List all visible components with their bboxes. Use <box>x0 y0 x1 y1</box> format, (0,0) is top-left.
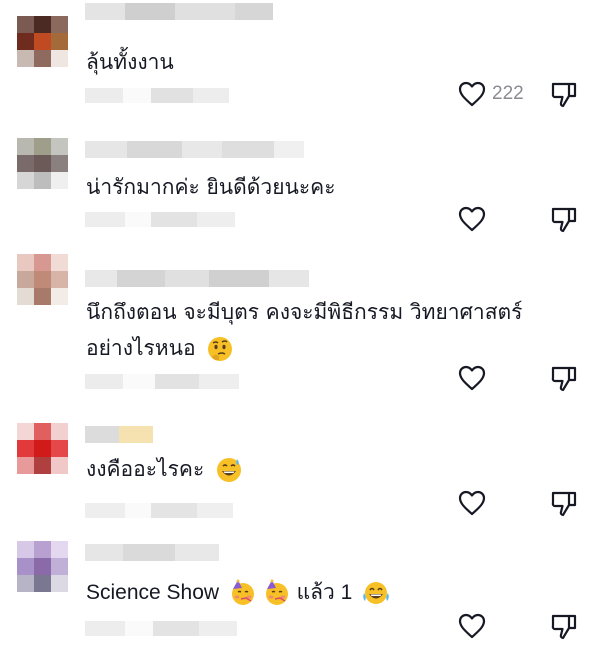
username-blurred[interactable] <box>85 141 304 158</box>
thumbs-down-outline-icon[interactable] <box>550 205 578 233</box>
comment-item: น่ารักมากค่ะ ยินดีด้วยนะคะ <box>0 138 600 258</box>
comment-item: งงคืออะไรคะ <box>0 423 600 533</box>
like-button[interactable] <box>458 365 486 391</box>
heart-outline-icon <box>458 613 486 639</box>
comment-item: นึกถึงตอน จะมีบุตร คงจะมีพิธีกรรม วิทยาศ… <box>0 254 600 404</box>
thinking-face-emoji <box>208 337 233 361</box>
comment-text-body: งงคืออะไรคะ <box>86 457 205 481</box>
comment-item: ลุ้นทั้งงาน 222 <box>0 0 600 120</box>
thumbs-down-outline-icon[interactable] <box>550 364 578 392</box>
comment-text-line-2: อย่างไรหนอ <box>86 331 234 365</box>
heart-outline-icon <box>458 81 486 107</box>
like-button[interactable]: 222 <box>458 81 524 107</box>
partying-face-emoji <box>265 579 288 606</box>
comment-text-before: Science Show <box>86 581 220 604</box>
comment-meta-blurred <box>85 621 237 636</box>
comment-text: Science Show แล้ว 1 <box>86 576 390 610</box>
thumbs-down-outline-icon[interactable] <box>550 489 578 517</box>
thumbs-down-outline-icon[interactable] <box>550 612 578 640</box>
username-blurred[interactable] <box>85 3 273 20</box>
comment-meta-blurred <box>85 88 229 103</box>
avatar[interactable] <box>17 138 68 189</box>
username-blurred[interactable] <box>85 426 153 443</box>
avatar[interactable] <box>17 423 68 474</box>
tears-of-joy-emoji <box>363 582 389 605</box>
comment-text: ลุ้นทั้งงาน <box>86 50 174 74</box>
comment-text-line-1: นึกถึงตอน จะมีบุตร คงจะมีพิธีกรรม วิทยาศ… <box>86 300 523 324</box>
comment-text: งงคืออะไรคะ <box>86 452 243 486</box>
comment-text: น่ารักมากค่ะ ยินดีด้วยนะคะ <box>86 175 336 199</box>
heart-outline-icon <box>458 365 486 391</box>
like-button[interactable] <box>458 206 486 232</box>
comment-meta-blurred <box>85 503 233 518</box>
username-blurred[interactable] <box>85 544 219 561</box>
comment-meta-blurred <box>85 212 235 227</box>
avatar[interactable] <box>17 16 68 67</box>
thumbs-down-outline-icon[interactable] <box>550 80 578 108</box>
username-blurred[interactable] <box>85 270 309 287</box>
like-button[interactable] <box>458 490 486 516</box>
heart-outline-icon <box>458 490 486 516</box>
heart-outline-icon <box>458 206 486 232</box>
like-button[interactable] <box>458 613 486 639</box>
avatar[interactable] <box>17 254 68 305</box>
comment-text-line-2-text: อย่างไรหนอ <box>86 336 196 360</box>
avatar[interactable] <box>17 541 68 592</box>
comment-text-after: แล้ว 1 <box>296 581 353 604</box>
comment-item: Science Show แล้ว 1 <box>0 541 600 648</box>
like-count: 222 <box>492 83 524 104</box>
grinning-sweat-emoji <box>216 458 241 482</box>
partying-face-emoji <box>231 579 254 606</box>
comment-meta-blurred <box>85 374 239 389</box>
